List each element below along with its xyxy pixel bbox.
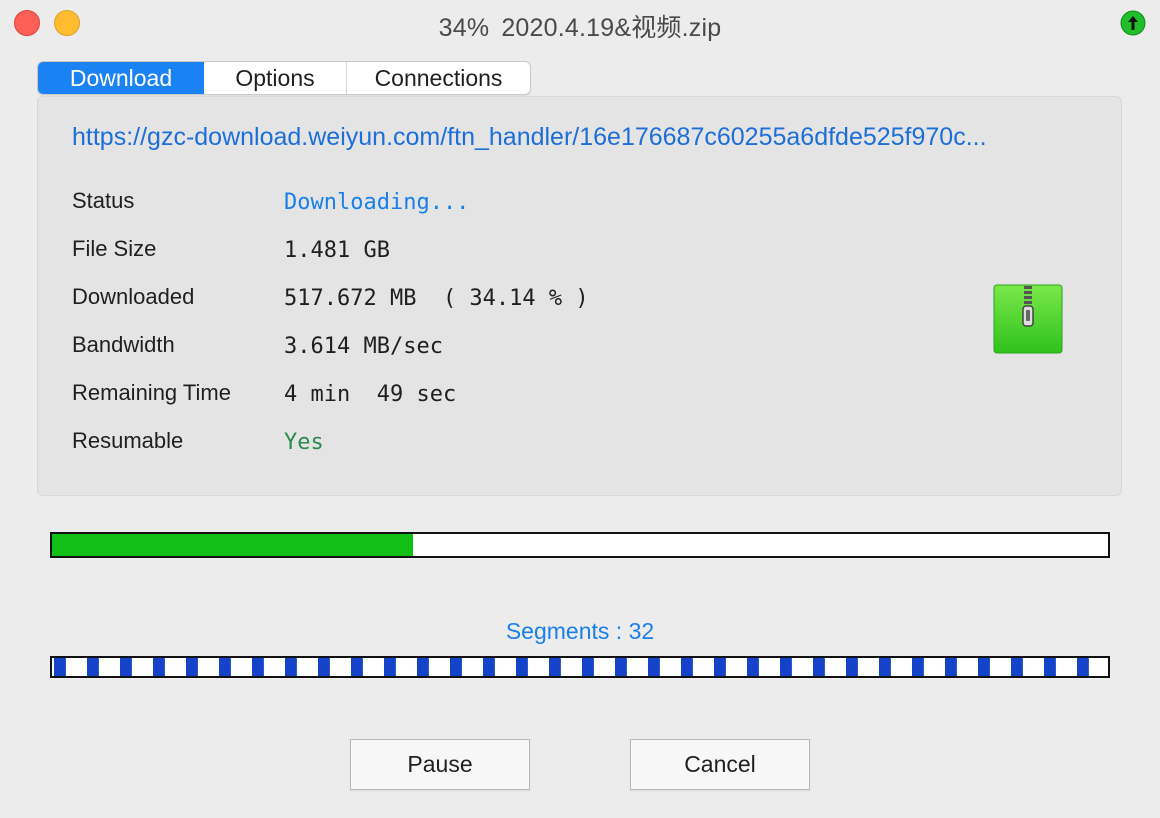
segment-block xyxy=(483,658,495,676)
segment-block xyxy=(549,658,561,676)
segment-block xyxy=(87,658,99,676)
segments-bar xyxy=(50,656,1110,678)
bandwidth-label: Bandwidth xyxy=(72,332,175,357)
segment-block xyxy=(153,658,165,676)
segment-block xyxy=(879,658,891,676)
file-size-label: File Size xyxy=(72,236,157,261)
downloaded-value: 517.672 MB ( 34.14 % ) xyxy=(284,286,589,311)
segment-block xyxy=(417,658,429,676)
segment-block xyxy=(1044,658,1056,676)
bandwidth-value: 3.614 MB/sec xyxy=(284,334,443,359)
remaining-time-row: Remaining Time 4 min 49 sec xyxy=(72,380,772,410)
segment-block xyxy=(1011,658,1023,676)
segment-block xyxy=(615,658,627,676)
segments-graphic xyxy=(54,658,1089,676)
resumable-label: Resumable xyxy=(72,428,184,453)
tab-download[interactable]: Download xyxy=(38,62,204,94)
download-url-link[interactable]: https://gzc-download.weiyun.com/ftn_hand… xyxy=(72,123,1087,152)
title-percent: 34% xyxy=(438,14,490,42)
segment-block xyxy=(1077,658,1089,676)
download-info-panel: https://gzc-download.weiyun.com/ftn_hand… xyxy=(37,96,1122,496)
segment-block xyxy=(252,658,264,676)
title-filename: 2020.4.19&视频.zip xyxy=(501,14,722,42)
file-size-row: File Size 1.481 GB xyxy=(72,236,772,266)
segment-block xyxy=(351,658,363,676)
segment-block xyxy=(648,658,660,676)
pause-button[interactable]: Pause xyxy=(350,739,530,790)
up-arrow-icon[interactable] xyxy=(1120,10,1146,36)
title-bar: 34% 2020.4.19&视频.zip xyxy=(0,0,1160,46)
resumable-value: Yes xyxy=(284,430,324,455)
segment-block xyxy=(450,658,462,676)
status-label: Status xyxy=(72,188,135,213)
segment-block xyxy=(714,658,726,676)
bandwidth-row: Bandwidth 3.614 MB/sec xyxy=(72,332,772,362)
resumable-row: Resumable Yes xyxy=(72,428,772,458)
segment-block xyxy=(285,658,297,676)
segment-block xyxy=(318,658,330,676)
segment-block xyxy=(681,658,693,676)
segment-block xyxy=(219,658,231,676)
segment-block xyxy=(384,658,396,676)
tab-bar: Download Options Connections xyxy=(37,61,531,95)
file-size-value: 1.481 GB xyxy=(284,238,390,263)
segment-block xyxy=(846,658,858,676)
zip-archive-icon xyxy=(993,284,1063,354)
segment-block xyxy=(945,658,957,676)
status-value: Downloading... xyxy=(284,190,470,215)
window-title: 34% 2020.4.19&视频.zip xyxy=(0,8,1160,44)
segment-block xyxy=(54,658,66,676)
download-progress-bar xyxy=(50,532,1110,558)
tab-connections[interactable]: Connections xyxy=(347,62,530,94)
remaining-time-label: Remaining Time xyxy=(72,380,231,405)
segment-block xyxy=(516,658,528,676)
downloaded-row: Downloaded 517.672 MB ( 34.14 % ) xyxy=(72,284,772,314)
download-window: 34% 2020.4.19&视频.zip Download Options Con… xyxy=(0,0,1160,818)
segment-block xyxy=(186,658,198,676)
segment-block xyxy=(780,658,792,676)
remaining-time-value: 4 min 49 sec xyxy=(284,382,457,407)
downloaded-label: Downloaded xyxy=(72,284,195,309)
tab-options[interactable]: Options xyxy=(204,62,347,94)
segment-block xyxy=(747,658,759,676)
segment-block xyxy=(978,658,990,676)
segment-block xyxy=(582,658,594,676)
segment-block xyxy=(120,658,132,676)
segment-block xyxy=(813,658,825,676)
cancel-button[interactable]: Cancel xyxy=(630,739,810,790)
segments-label: Segments : 32 xyxy=(505,618,655,644)
status-row: Status Downloading... xyxy=(72,188,772,218)
segment-block xyxy=(912,658,924,676)
download-progress-fill xyxy=(52,534,413,556)
